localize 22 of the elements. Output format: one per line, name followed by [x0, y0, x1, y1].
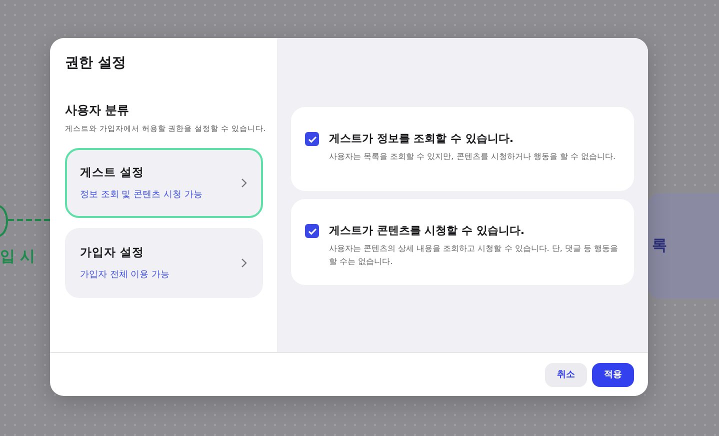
checkmark-icon: [308, 136, 316, 142]
checkmark-icon: [308, 228, 316, 234]
panel-label: 록: [652, 236, 667, 255]
permission-title: 게스트가 정보를 조회할 수 있습니다.: [329, 131, 514, 146]
chevron-right-icon: [241, 258, 247, 268]
category-subtitle: 정보 조회 및 콘텐츠 시청 가능: [80, 189, 202, 201]
node-label: 입 시: [0, 247, 36, 266]
category-item[interactable]: 게스트 설정 정보 조회 및 콘텐츠 시청 가능: [65, 148, 263, 218]
checkbox[interactable]: [305, 224, 319, 238]
chevron-right-icon: [241, 178, 247, 188]
cancel-button[interactable]: 취소: [545, 362, 587, 386]
apply-button[interactable]: 적용: [592, 362, 634, 386]
category-title: 가입자 설정: [80, 245, 146, 260]
permission-title: 게스트가 콘텐츠를 시청할 수 있습니다.: [329, 223, 526, 238]
checkbox[interactable]: [305, 132, 319, 146]
category-title: 게스트 설정: [80, 165, 146, 180]
category-item[interactable]: 가입자 설정 가입자 전체 이용 가능: [65, 228, 263, 298]
section-title: 사용자 분류: [65, 102, 130, 119]
permission-description: 사용자는 콘텐츠의 상세 내용을 조회하고 시청할 수 있습니다. 단, 댓글 등 행동을 할 수는 없습니다.: [329, 243, 620, 268]
category-subtitle: 가입자 전체 이용 가능: [80, 269, 170, 281]
dialog-title: 권한 설정: [65, 54, 127, 72]
permission-description: 사용자는 목록을 조회할 수 있지만, 콘텐츠를 시청하거나 행동을 할 수 없습니다.: [329, 151, 616, 163]
